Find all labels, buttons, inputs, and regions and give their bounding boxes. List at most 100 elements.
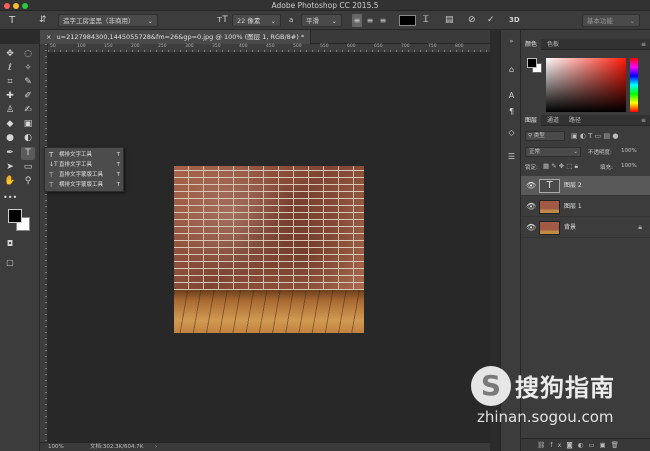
layer-row[interactable]: 👁︎ T 图层 2 bbox=[521, 176, 650, 196]
panel-menu-icon[interactable]: ≡ bbox=[637, 115, 650, 126]
close-window-button[interactable] bbox=[4, 3, 10, 9]
tab-layers[interactable]: 图层 bbox=[521, 115, 542, 126]
font-family-dropdown[interactable]: 造字工房坚黑（非商用） ⌄ bbox=[58, 14, 158, 27]
text-layer-thumbnail-icon: T bbox=[539, 179, 560, 193]
collapse-icon[interactable]: » bbox=[505, 36, 518, 48]
eraser-tool-icon[interactable]: ◆ bbox=[3, 118, 17, 131]
pen-tool-icon[interactable]: ✒ bbox=[3, 147, 17, 160]
workspace-dropdown[interactable]: 基本功能 ⌄ bbox=[582, 14, 640, 27]
flyout-item-vertical-type-mask[interactable]: T 直排文字蒙版工具 T bbox=[45, 170, 125, 180]
flyout-item-label: 横排文字工具 bbox=[59, 152, 93, 158]
ruler-number: 50 bbox=[50, 44, 56, 49]
hand-tool-icon[interactable]: ✋ bbox=[3, 175, 17, 188]
title-bar: Adobe Photoshop CC 2015.5 bbox=[0, 0, 650, 11]
ruler-number: 400 bbox=[239, 44, 248, 49]
layer-kind-filter[interactable]: ⚲ 类型 bbox=[525, 131, 565, 141]
layer-filter-icons[interactable]: ▣ ◐ T ▭ ▤ ● bbox=[571, 131, 647, 141]
clone-stamp-icon[interactable]: ♙ bbox=[3, 104, 17, 117]
font-size-dropdown[interactable]: 22 像素 ⌄ bbox=[232, 14, 281, 27]
dodge-tool-icon[interactable]: ◐ bbox=[21, 132, 35, 145]
paragraph-icon[interactable]: ¶ bbox=[505, 106, 518, 118]
more-tools-icon[interactable]: ••• bbox=[3, 191, 17, 204]
align-center-icon[interactable]: ≡ bbox=[365, 14, 375, 27]
color-picker-field[interactable] bbox=[546, 58, 626, 112]
flyout-item-horizontal-type-mask[interactable]: T 横排文字蒙版工具 T bbox=[45, 180, 125, 190]
cancel-icon[interactable]: ⊘ bbox=[468, 14, 476, 27]
quick-mask-icon[interactable]: ◘ bbox=[3, 237, 17, 250]
ruler-number: 250 bbox=[158, 44, 167, 49]
3d-panel-icon[interactable]: ◇ bbox=[505, 127, 518, 139]
document-tab-bar: × u=2127984300,1445055728&fm=26&gp=0.jpg… bbox=[40, 30, 490, 44]
font-size-icon: ᴛT bbox=[217, 15, 228, 25]
magic-wand-icon[interactable]: ✧ bbox=[21, 62, 35, 75]
ruler-top: 50 100 150 200 250 300 350 400 450 500 550 600 650 70… bbox=[48, 44, 490, 53]
flyout-item-vertical-type[interactable]: ↓T 直排文字工具 T bbox=[45, 160, 125, 170]
commit-check-icon[interactable]: ✓ bbox=[487, 14, 495, 27]
status-menu-arrow-icon[interactable]: › bbox=[155, 443, 157, 451]
type-tool-button-icon[interactable]: T bbox=[21, 147, 35, 160]
rectangle-tool-icon[interactable]: ▭ bbox=[21, 161, 35, 174]
fill-value[interactable]: 100% bbox=[621, 163, 637, 169]
blur-tool-icon[interactable]: ● bbox=[3, 132, 17, 145]
flyout-item-label: 横排文字蒙版工具 bbox=[59, 182, 104, 188]
history-brush-icon[interactable]: ✍ bbox=[21, 104, 35, 117]
visibility-eye-icon[interactable]: 👁︎ bbox=[526, 223, 536, 232]
path-selection-icon[interactable]: ➤ bbox=[3, 161, 17, 174]
close-tab-icon[interactable]: × bbox=[46, 33, 51, 41]
layers-panel-footer-icons[interactable]: ⛓fx◙◐▭▣🗑︎ bbox=[521, 438, 650, 451]
hue-slider[interactable] bbox=[630, 58, 638, 112]
brush-tool-icon[interactable]: ✐ bbox=[21, 90, 35, 103]
minimize-window-button[interactable] bbox=[13, 3, 19, 9]
document-image[interactable] bbox=[174, 166, 364, 333]
gradient-tool-icon[interactable]: ▣ bbox=[21, 118, 35, 131]
zoom-window-button[interactable] bbox=[22, 3, 28, 9]
align-left-icon[interactable]: ≡ bbox=[352, 14, 362, 27]
ruler-number: 500 bbox=[293, 44, 302, 49]
align-right-icon[interactable]: ≡ bbox=[378, 14, 388, 27]
flyout-item-shortcut: T bbox=[116, 162, 120, 168]
lock-label: 锁定: bbox=[525, 165, 538, 171]
character-icon[interactable]: A bbox=[505, 90, 518, 102]
layer-thumbnail bbox=[539, 200, 560, 214]
ruler-number: 350 bbox=[212, 44, 221, 49]
warp-text-icon[interactable]: Ꮖ bbox=[423, 14, 429, 27]
zoom-tool-icon[interactable]: ⚲ bbox=[21, 175, 35, 188]
adjustments-icon[interactable]: ☰ bbox=[505, 151, 518, 163]
chevron-down-icon: ⌄ bbox=[147, 17, 153, 25]
tab-swatches[interactable]: 色板 bbox=[543, 39, 563, 50]
character-panel-icon[interactable]: ▤ bbox=[445, 14, 454, 27]
3d-icon[interactable]: 3D bbox=[509, 14, 520, 27]
visibility-eye-icon[interactable]: 👁︎ bbox=[526, 202, 536, 211]
text-orientation-icon[interactable]: ⇵ bbox=[39, 14, 47, 27]
marquee-tool-icon[interactable]: ◌ bbox=[21, 48, 35, 61]
layer-row[interactable]: 👁︎ 背景 🔒︎ bbox=[521, 218, 650, 238]
layer-row[interactable]: 👁︎ 图层 1 bbox=[521, 197, 650, 217]
visibility-eye-icon[interactable]: 👁︎ bbox=[526, 181, 536, 190]
ruler-number: 450 bbox=[266, 44, 275, 49]
eyedropper-icon[interactable]: ✎ bbox=[21, 76, 35, 89]
history-panel-icon[interactable]: ⌂ bbox=[505, 64, 518, 76]
opacity-value[interactable]: 100% bbox=[621, 148, 637, 154]
ruler-number: 550 bbox=[320, 44, 329, 49]
crop-tool-icon[interactable]: ⌗ bbox=[3, 76, 17, 89]
options-bar: T ⇵ 造字工房坚黑（非商用） ⌄ ᴛT 22 像素 ⌄ a 平滑 ⌄ ≡ ≡ … bbox=[0, 11, 650, 30]
tab-channels[interactable]: 通道 bbox=[543, 115, 563, 126]
zoom-level[interactable]: 100% bbox=[48, 443, 64, 451]
move-tool-icon[interactable]: ✥ bbox=[3, 48, 17, 61]
healing-brush-icon[interactable]: ✚ bbox=[3, 90, 17, 103]
type-tool-flyout-menu: T 横排文字工具 T ↓T 直排文字工具 T T 直排文字蒙版工具 T T 横排… bbox=[44, 147, 124, 192]
tab-paths[interactable]: 路径 bbox=[565, 115, 585, 126]
blend-mode-dropdown[interactable]: 正常 ⌄ bbox=[525, 147, 581, 157]
screen-mode-icon[interactable]: ▢ bbox=[3, 256, 17, 269]
lasso-tool-icon[interactable]: ℓ bbox=[3, 62, 17, 75]
lock-options-icons[interactable]: ▦ ✎ ✥ ⬚ 🔒︎ bbox=[543, 162, 578, 171]
antialias-dropdown[interactable]: 平滑 ⌄ bbox=[301, 14, 342, 27]
document-tab[interactable]: × u=2127984300,1445055728&fm=26&gp=0.jpg… bbox=[40, 30, 312, 44]
type-tool-icon[interactable]: T bbox=[9, 14, 15, 27]
flyout-item-horizontal-type[interactable]: T 横排文字工具 T bbox=[45, 150, 125, 160]
app-title: Adobe Photoshop CC 2015.5 bbox=[271, 1, 379, 10]
text-color-swatch[interactable] bbox=[399, 15, 416, 26]
document-size[interactable]: 文档:302.3K/604.7K bbox=[90, 443, 143, 451]
tab-color[interactable]: 颜色 bbox=[521, 39, 542, 50]
panel-menu-icon[interactable]: ≡ bbox=[637, 39, 650, 50]
